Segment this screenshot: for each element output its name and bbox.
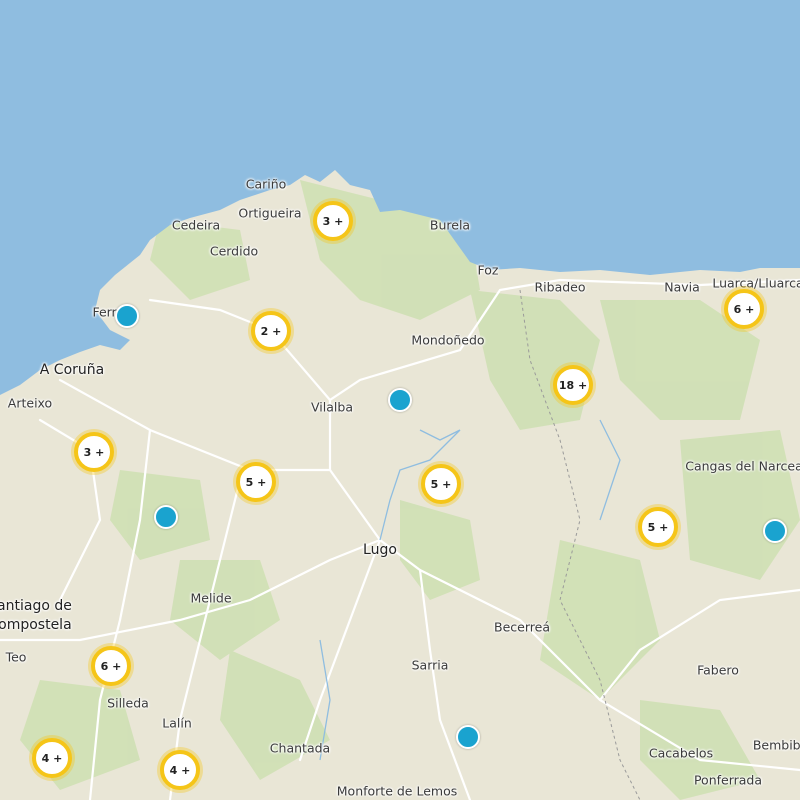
cluster-marker[interactable]: 2 + — [251, 311, 291, 351]
location-pin[interactable] — [456, 725, 480, 749]
cluster-marker[interactable]: 5 + — [638, 507, 678, 547]
cluster-marker[interactable]: 3 + — [313, 201, 353, 241]
location-pin[interactable] — [154, 505, 178, 529]
cluster-marker[interactable]: 6 + — [724, 289, 764, 329]
location-pin[interactable] — [115, 304, 139, 328]
cluster-marker[interactable]: 18 + — [553, 365, 593, 405]
cluster-marker[interactable]: 5 + — [236, 462, 276, 502]
cluster-marker[interactable]: 5 + — [421, 464, 461, 504]
location-pin[interactable] — [763, 519, 787, 543]
cluster-marker[interactable]: 4 + — [160, 750, 200, 790]
cluster-marker[interactable]: 4 + — [32, 738, 72, 778]
cluster-marker[interactable]: 6 + — [91, 646, 131, 686]
location-pin[interactable] — [388, 388, 412, 412]
cluster-marker[interactable]: 3 + — [74, 432, 114, 472]
